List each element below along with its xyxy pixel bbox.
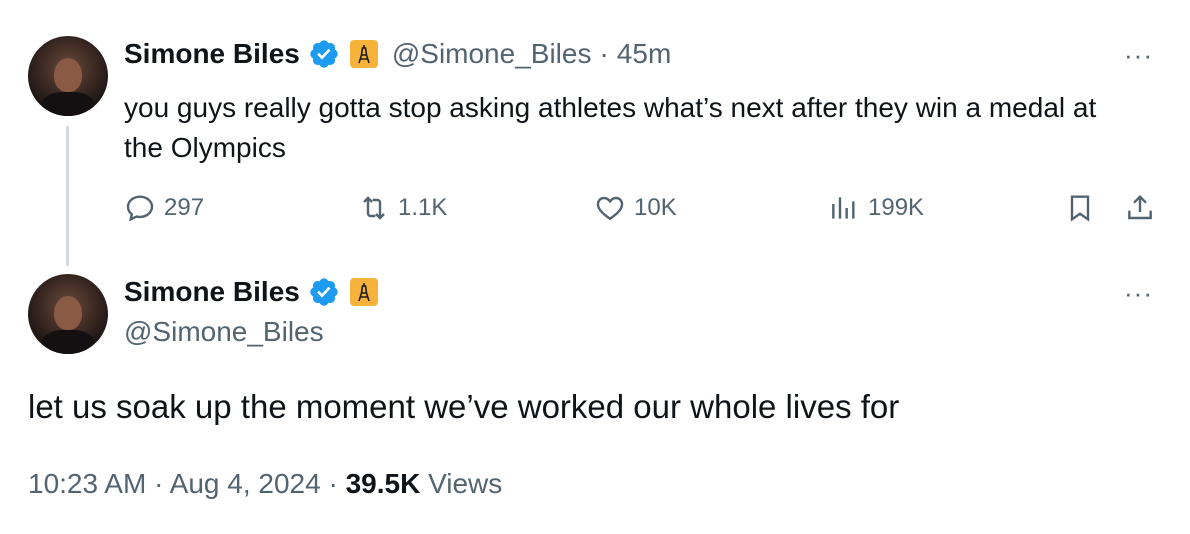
separator-dot: ·	[599, 38, 609, 69]
paris-flag-icon	[349, 40, 378, 68]
reply-tweet-header: Simone Biles @Simone_Biles · 45m	[124, 38, 671, 70]
tweet-time[interactable]: 10:23 AM	[28, 468, 146, 499]
verified-badge-icon	[308, 38, 340, 70]
views-label: Views	[428, 468, 503, 499]
like-icon	[596, 196, 624, 221]
views-count: 199K	[868, 194, 925, 221]
repost-count: 1.1K	[398, 194, 448, 221]
share-button[interactable]	[1124, 192, 1164, 224]
verified-badge-icon	[308, 276, 340, 308]
tweet-metadata: 10:23 AM · Aug 4, 2024 · 39.5K Views	[28, 468, 502, 500]
views-button[interactable]: 199K	[828, 192, 924, 224]
repost-icon	[363, 196, 385, 220]
separator-dot: ·	[328, 468, 338, 499]
bookmark-icon	[1070, 195, 1090, 222]
main-tweet-handle-row: @Simone_Biles	[124, 316, 324, 348]
tweet-time-ago[interactable]: 45m	[617, 38, 671, 70]
author-name[interactable]: Simone Biles	[124, 38, 300, 70]
avatar[interactable]	[28, 274, 108, 354]
separator-dot: ·	[154, 468, 164, 499]
avatar[interactable]	[28, 36, 108, 116]
author-handle[interactable]: @Simone_Biles	[124, 316, 324, 348]
like-count: 10K	[634, 194, 677, 221]
thread-connector-line	[66, 126, 69, 266]
views-count[interactable]: 39.5K	[346, 468, 421, 499]
bookmark-button[interactable]	[1064, 192, 1104, 224]
more-options-icon[interactable]: ···	[1124, 280, 1153, 306]
tweet-date[interactable]: Aug 4, 2024	[170, 468, 321, 499]
more-options-icon[interactable]: ···	[1124, 42, 1153, 68]
main-tweet-name-row: Simone Biles	[124, 276, 378, 308]
main-tweet-text: let us soak up the moment we’ve worked o…	[28, 388, 900, 425]
repost-button[interactable]: 1.1K	[358, 192, 447, 224]
reply-icon	[126, 195, 154, 222]
author-name[interactable]: Simone Biles	[124, 276, 300, 308]
views-icon	[832, 197, 855, 219]
share-icon	[1128, 194, 1152, 220]
reply-count: 297	[164, 194, 205, 221]
like-button[interactable]: 10K	[594, 192, 677, 224]
reply-tweet-text: you guys really gotta stop asking athlet…	[124, 92, 1097, 163]
paris-flag-icon	[349, 278, 378, 306]
reply-button[interactable]: 297	[124, 192, 204, 224]
author-handle[interactable]: @Simone_Biles	[392, 38, 592, 70]
